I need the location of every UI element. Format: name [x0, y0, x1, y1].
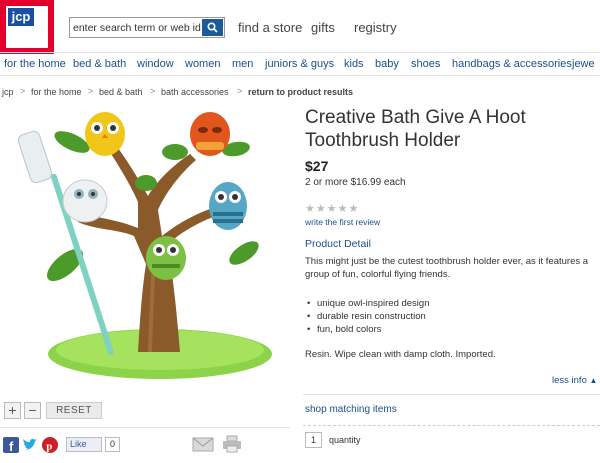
- breadcrumb-bath-accessories[interactable]: bath accessories: [161, 87, 229, 97]
- pinterest-icon[interactable]: p: [42, 437, 58, 453]
- breadcrumb-for-the-home[interactable]: for the home: [31, 87, 82, 97]
- nav-item-baby[interactable]: baby: [375, 58, 399, 70]
- category-nav: for the home bed & bath window women men…: [0, 52, 600, 76]
- chevron-up-icon: ▲: [589, 376, 598, 385]
- feature-item: unique owl-inspired design: [305, 297, 430, 310]
- find-a-store-link[interactable]: find a store: [238, 20, 302, 35]
- registry-link[interactable]: registry: [354, 20, 397, 35]
- product-title: Creative Bath Give A Hoot Toothbrush Hol…: [305, 107, 526, 151]
- product-price: $27: [305, 158, 329, 174]
- less-info-link[interactable]: less info ▲: [552, 375, 597, 386]
- nav-item-shoes[interactable]: shoes: [411, 58, 440, 70]
- shop-matching-items-link[interactable]: shop matching items: [305, 404, 397, 415]
- breadcrumb-return-to-results[interactable]: return to product results: [248, 87, 353, 97]
- nav-item-men[interactable]: men: [232, 58, 253, 70]
- jcp-logo[interactable]: jcp: [0, 0, 54, 54]
- nav-item-for-the-home[interactable]: for the home: [4, 58, 66, 70]
- divider: [0, 427, 290, 428]
- search-button[interactable]: [202, 19, 223, 36]
- print-icon[interactable]: [222, 435, 242, 453]
- nav-item-women[interactable]: women: [185, 58, 220, 70]
- feature-item: durable resin construction: [305, 310, 430, 323]
- facebook-like-button[interactable]: Like: [66, 437, 102, 452]
- rating-stars: ★★★★★: [305, 203, 360, 215]
- multi-buy-price: 2 or more $16.99 each: [305, 177, 406, 188]
- feature-item: fun, bold colors: [305, 323, 430, 336]
- write-review-link[interactable]: write the first review: [305, 217, 380, 227]
- product-image[interactable]: [10, 104, 290, 394]
- divider: [303, 394, 600, 395]
- breadcrumb-bed-bath[interactable]: bed & bath: [99, 87, 143, 97]
- care-instructions: Resin. Wipe clean with damp cloth. Impor…: [305, 349, 496, 360]
- twitter-icon[interactable]: [22, 437, 38, 453]
- nav-item-juniors-guys[interactable]: juniors & guys: [265, 58, 334, 70]
- facebook-icon[interactable]: f: [3, 437, 19, 453]
- like-count: 0: [105, 437, 120, 452]
- email-icon[interactable]: [192, 437, 214, 452]
- breadcrumb-separator: >: [237, 86, 243, 96]
- svg-text:p: p: [46, 441, 52, 453]
- logo-text: jcp: [8, 8, 34, 26]
- search-box: [69, 17, 225, 38]
- search-icon: [207, 22, 218, 33]
- feature-list: unique owl-inspired design durable resin…: [305, 297, 430, 336]
- zoom-in-button[interactable]: +: [4, 402, 21, 419]
- quantity-label: quantity: [329, 435, 361, 445]
- breadcrumb-jcp[interactable]: jcp: [2, 87, 14, 97]
- quantity-input[interactable]: 1: [305, 432, 322, 448]
- nav-item-bed-bath[interactable]: bed & bath: [73, 58, 126, 70]
- product-detail-heading: Product Detail: [305, 238, 371, 250]
- svg-text:f: f: [9, 439, 14, 453]
- nav-item-kids[interactable]: kids: [344, 58, 364, 70]
- gifts-link[interactable]: gifts: [311, 20, 335, 35]
- reset-button[interactable]: RESET: [46, 402, 102, 419]
- divider: [303, 425, 600, 426]
- nav-item-handbags-accessories[interactable]: handbags & accessories: [452, 58, 572, 70]
- nav-item-jewelry[interactable]: jewe: [572, 58, 595, 70]
- product-description: This might just be the cutest toothbrush…: [305, 256, 589, 280]
- less-info-label: less info: [552, 375, 587, 386]
- breadcrumb-separator: >: [150, 86, 156, 96]
- breadcrumb-separator: >: [20, 86, 26, 96]
- breadcrumb-separator: >: [88, 86, 94, 96]
- nav-item-window[interactable]: window: [137, 58, 174, 70]
- zoom-out-button[interactable]: −: [24, 402, 41, 419]
- search-input[interactable]: [73, 20, 201, 35]
- facebook-like-label: Like: [70, 439, 87, 449]
